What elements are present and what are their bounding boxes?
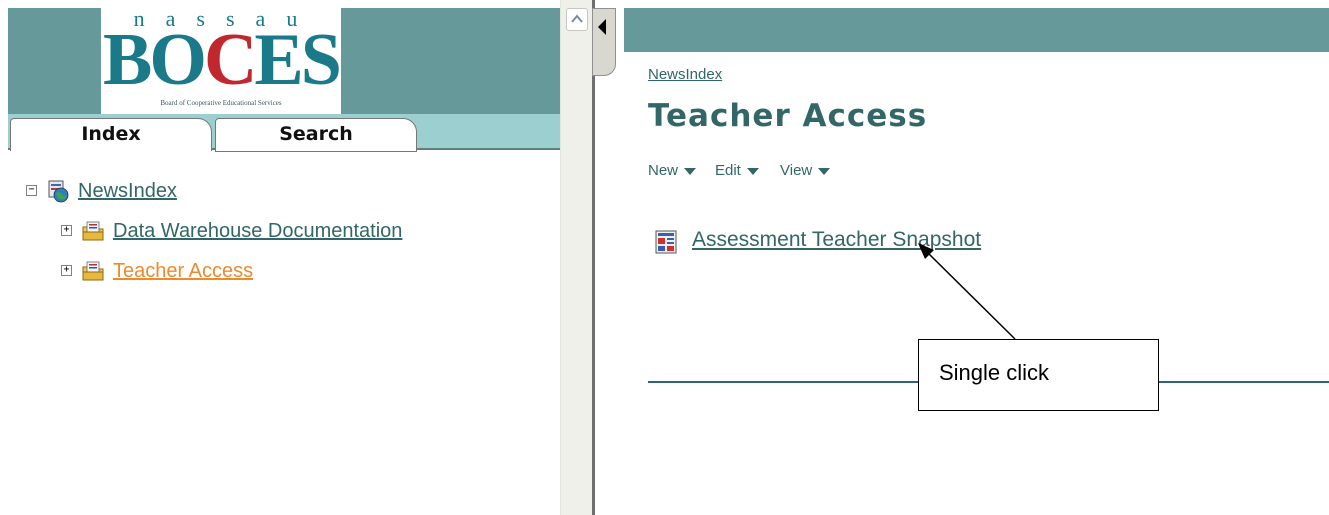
- folder-icon: [82, 221, 104, 241]
- pane-splitter[interactable]: [592, 0, 616, 515]
- annotation-callout-text: Single click: [939, 360, 1050, 385]
- content-header-band: [624, 8, 1329, 52]
- logo-main-letters: BOCES: [103, 19, 342, 101]
- boces-logo: nassau BOCES Board of Cooperative Educat…: [101, 6, 342, 114]
- folder-icon: [82, 261, 104, 281]
- menu-view-label: View: [780, 162, 813, 179]
- logo-subtitle: Board of Cooperative Educational Service…: [160, 99, 282, 107]
- logo-header-band: nassau BOCES Board of Cooperative Educat…: [8, 6, 560, 114]
- breadcrumb-newsindex[interactable]: NewsIndex: [648, 66, 722, 83]
- dropdown-caret-icon: [684, 167, 697, 175]
- menu-view[interactable]: View: [780, 162, 831, 179]
- menu-edit-label: Edit: [715, 162, 741, 179]
- collapse-pane-handle[interactable]: [592, 8, 616, 76]
- expand-icon[interactable]: +: [61, 225, 72, 236]
- left-pane-scrollbar[interactable]: [560, 0, 593, 515]
- collapse-icon[interactable]: −: [26, 185, 37, 196]
- tab-index[interactable]: Index: [10, 118, 212, 151]
- tree-link-teacher-access[interactable]: Teacher Access: [113, 260, 253, 283]
- dropdown-caret-icon: [818, 167, 831, 175]
- logo-main-text: BOCES: [101, 19, 342, 101]
- pane-tab-strip: Index Search: [8, 114, 560, 152]
- tab-search[interactable]: Search: [215, 118, 417, 152]
- menu-new-label: New: [648, 162, 679, 179]
- assessment-teacher-snapshot-link[interactable]: Assessment Teacher Snapshot: [692, 228, 981, 252]
- triangle-left-icon: [598, 19, 606, 35]
- tree-link-data-warehouse-documentation[interactable]: Data Warehouse Documentation: [113, 220, 402, 243]
- tree-link-newsindex[interactable]: NewsIndex: [78, 180, 177, 203]
- page-title: Teacher Access: [648, 98, 928, 134]
- chevron-up-icon: [571, 14, 583, 23]
- scroll-up-button[interactable]: [566, 8, 588, 31]
- globe-folder-icon: [48, 180, 69, 203]
- annotation-callout: Single click: [918, 339, 1159, 411]
- left-navigation-pane: nassau BOCES Board of Cooperative Educat…: [0, 0, 560, 515]
- dropdown-caret-icon: [746, 167, 759, 175]
- report-icon: [655, 230, 677, 254]
- menu-edit[interactable]: Edit: [715, 162, 759, 179]
- menu-new[interactable]: New: [648, 162, 697, 179]
- expand-icon[interactable]: +: [61, 265, 72, 276]
